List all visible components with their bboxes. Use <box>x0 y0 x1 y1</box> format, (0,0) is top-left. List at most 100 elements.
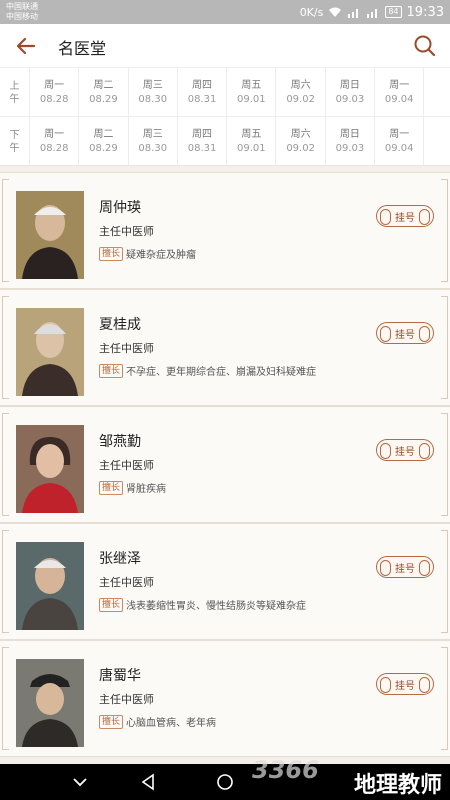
weekday-label: 周五 <box>241 128 262 140</box>
schedule-cell-pm[interactable]: 周五 09.01 <box>227 117 277 165</box>
doctor-card[interactable]: 张继泽 主任中医师 擅长 浅表萎缩性胃炎、慢性结肠炎等疑难杂症 挂号 <box>0 523 450 640</box>
register-button[interactable]: 挂号 <box>376 439 434 461</box>
weekday-label: 周四 <box>192 79 213 91</box>
period-label-pm: 下 午 <box>0 117 30 165</box>
specialty-tag: 擅长 <box>99 480 124 495</box>
carrier-1: 中国联通 <box>6 2 38 11</box>
weekday-label: 周四 <box>192 128 213 140</box>
schedule-cell-pm[interactable]: 周三 08.30 <box>129 117 178 165</box>
specialty-tag: 擅长 <box>99 597 124 612</box>
doctor-title: 主任中医师 <box>99 225 154 238</box>
date-label: 09.04 <box>384 93 414 105</box>
date-label: 08.29 <box>89 93 118 105</box>
schedule-cell-am[interactable]: 周四 08.31 <box>178 68 228 117</box>
doctor-name: 夏桂成 <box>99 317 141 333</box>
specialty-text: 疑难杂症及肿瘤 <box>126 250 197 261</box>
weekday-label: 周三 <box>142 128 163 140</box>
carrier-info: 中国联通 中国移动 <box>6 2 38 22</box>
signal-icon-2 <box>367 8 378 18</box>
doctor-name: 唐蜀华 <box>99 668 141 684</box>
specialty-tag: 擅长 <box>99 363 124 378</box>
specialty-text: 肾脏疾病 <box>126 484 167 495</box>
weekday-label: 周日 <box>339 128 360 140</box>
doctor-card[interactable]: 夏桂成 主任中医师 擅长 不孕症、更年期综合症、崩漏及妇科疑难症 挂号 <box>0 289 450 406</box>
doctor-list: 周仲瑛 主任中医师 擅长 疑难杂症及肿瘤 挂号 夏桂成 主任中医师 擅长 不孕症… <box>0 172 450 757</box>
weekday-label: 周六 <box>290 128 311 140</box>
specialty-tag: 擅长 <box>99 246 124 261</box>
signal-icon <box>348 8 359 18</box>
date-label: 09.02 <box>286 93 315 105</box>
doctor-title: 主任中医师 <box>99 342 154 355</box>
doctor-photo <box>16 191 84 279</box>
date-label: 08.29 <box>89 142 118 154</box>
schedule-cell-am[interactable]: 周日 09.03 <box>326 68 376 117</box>
schedule-cell-pm[interactable]: 周一 09.04 <box>375 117 425 165</box>
battery-icon: 84 <box>385 6 402 18</box>
status-bar: 中国联通 中国移动 0K/s 84 19:33 <box>0 0 450 24</box>
schedule-cell-am[interactable]: 周一 09.04 <box>375 68 425 117</box>
back-triangle-icon[interactable] <box>138 772 158 792</box>
doctor-photo <box>16 308 84 396</box>
schedule-grid: 上 午 周一 08.28 周二 08.29 周三 08.30 周四 08.31 周五 09.01 周… <box>0 68 450 166</box>
back-arrow-icon[interactable] <box>12 32 40 60</box>
doctor-name: 周仲瑛 <box>99 200 141 216</box>
schedule-cell-am[interactable]: 周一 08.28 <box>30 68 80 117</box>
register-button[interactable]: 挂号 <box>376 322 434 344</box>
schedule-row-am: 上 午 周一 08.28 周二 08.29 周三 08.30 周四 08.31 周五 09.01 周… <box>0 68 450 117</box>
register-button[interactable]: 挂号 <box>376 556 434 578</box>
weekday-label: 周二 <box>93 128 114 140</box>
weekday-label: 周六 <box>290 79 311 91</box>
schedule-cell-pm[interactable]: 周二 08.29 <box>79 117 129 165</box>
doctor-photo <box>16 659 84 747</box>
watermark-text: 地理教师 <box>353 773 442 798</box>
doctor-specialty: 擅长 不孕症、更年期综合症、崩漏及妇科疑难症 <box>99 363 316 378</box>
doctor-title: 主任中医师 <box>99 459 154 472</box>
system-nav-bar: 3366 地理教师 <box>0 756 450 800</box>
date-label: 09.01 <box>237 142 266 154</box>
doctor-title: 主任中医师 <box>99 693 154 706</box>
weekday-label: 周二 <box>93 79 114 91</box>
date-label: 09.04 <box>384 142 414 154</box>
schedule-cell-pm[interactable]: 周一 08.28 <box>30 117 80 165</box>
weekday-label: 周一 <box>389 79 410 91</box>
doctor-photo <box>16 542 84 630</box>
register-button[interactable]: 挂号 <box>376 205 434 227</box>
specialty-text: 浅表萎缩性胃炎、慢性结肠炎等疑难杂症 <box>126 601 307 612</box>
schedule-cell-am[interactable]: 周六 09.02 <box>276 68 326 117</box>
schedule-cell-pm[interactable]: 周六 09.02 <box>276 117 326 165</box>
wifi-icon <box>329 7 342 17</box>
app-header: 名医堂 <box>0 24 450 68</box>
specialty-text: 不孕症、更年期综合症、崩漏及妇科疑难症 <box>126 367 317 378</box>
schedule-cell-am[interactable]: 周五 09.01 <box>227 68 277 117</box>
doctor-title: 主任中医师 <box>99 576 154 589</box>
register-button[interactable]: 挂号 <box>376 673 434 695</box>
date-label: 09.03 <box>335 142 365 154</box>
status-indicators: 0K/s 84 19:33 <box>300 4 444 20</box>
schedule-cell-am[interactable]: 周二 08.29 <box>79 68 129 117</box>
doctor-specialty: 擅长 疑难杂症及肿瘤 <box>99 246 196 261</box>
chevron-down-icon[interactable] <box>70 772 90 792</box>
doctor-specialty: 擅长 心脑血管病、老年病 <box>99 714 216 729</box>
specialty-tag: 擅长 <box>99 714 124 729</box>
doctor-photo <box>16 425 84 513</box>
search-icon[interactable] <box>412 33 438 59</box>
date-label: 09.03 <box>335 93 365 105</box>
home-circle-icon[interactable] <box>215 772 235 792</box>
network-speed: 0K/s <box>299 5 324 19</box>
date-label: 08.28 <box>39 93 69 105</box>
date-label: 08.28 <box>39 142 69 154</box>
doctor-card[interactable]: 周仲瑛 主任中医师 擅长 疑难杂症及肿瘤 挂号 <box>0 172 450 289</box>
date-label: 09.02 <box>286 142 315 154</box>
doctor-card[interactable]: 唐蜀华 主任中医师 擅长 心脑血管病、老年病 挂号 <box>0 640 450 757</box>
schedule-cell-pm[interactable]: 周日 09.03 <box>326 117 376 165</box>
weekday-label: 周一 <box>44 128 65 140</box>
schedule-cell-pm[interactable]: 周四 08.31 <box>178 117 228 165</box>
date-label: 08.31 <box>187 93 217 105</box>
page-title: 名医堂 <box>58 39 107 58</box>
date-label: 08.30 <box>138 142 168 154</box>
doctor-specialty: 擅长 浅表萎缩性胃炎、慢性结肠炎等疑难杂症 <box>99 597 306 612</box>
watermark-logo: 3366 <box>252 756 319 784</box>
doctor-card[interactable]: 邹燕勤 主任中医师 擅长 肾脏疾病 挂号 <box>0 406 450 523</box>
period-label-am: 上 午 <box>0 68 30 117</box>
schedule-cell-am[interactable]: 周三 08.30 <box>129 68 178 117</box>
